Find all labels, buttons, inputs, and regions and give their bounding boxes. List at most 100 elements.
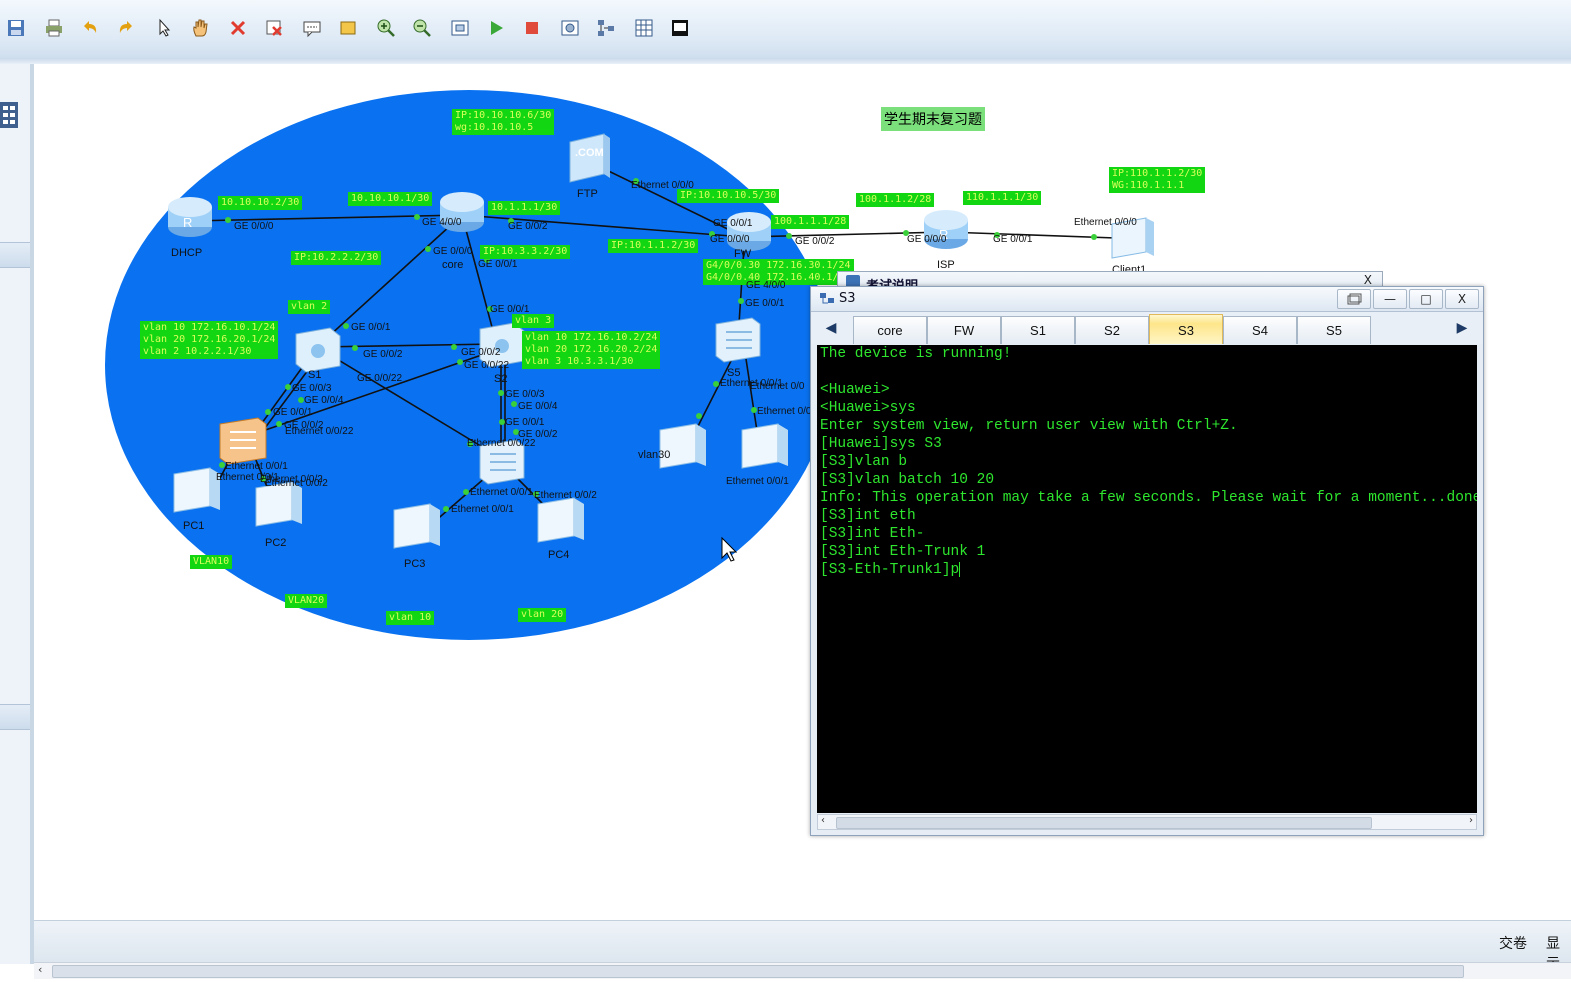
label-fw-ip1[interactable]: IP:10.1.1.2/30 (608, 239, 699, 253)
hand-icon[interactable] (186, 14, 214, 42)
terminal-horizontal-scrollbar[interactable]: ‹ › (817, 814, 1477, 830)
rectangle-icon[interactable] (334, 14, 362, 42)
label-vlan10-b[interactable]: vlan 10 (386, 611, 435, 625)
redo-icon[interactable] (112, 14, 140, 42)
port-label: GE 0/0/1 (745, 298, 785, 309)
vlan30-pc-icon (659, 423, 706, 469)
device-label-vlan30[interactable]: vlan30 (638, 449, 670, 461)
label-isp-ip1[interactable]: 100.1.1.2/28 (856, 193, 935, 207)
text-cursor (959, 561, 961, 577)
device-label-pc3[interactable]: PC3 (404, 558, 425, 570)
tab-s4[interactable]: S4 (1223, 316, 1297, 344)
minimize-button[interactable]: — (1373, 289, 1407, 309)
status-bar: 交卷 显示 (34, 920, 1571, 972)
console-prompt-line[interactable]: [S3-Eth-Trunk1]p (817, 561, 1477, 579)
title-note[interactable]: 学生期末复习题 (881, 107, 985, 131)
scroll-left-icon[interactable]: ‹ (821, 815, 825, 826)
device-label-ftp[interactable]: FTP (577, 188, 598, 200)
undo-icon[interactable] (76, 14, 104, 42)
tab-scroll-right-icon[interactable]: ▶ (1455, 319, 1469, 337)
device-label-s1[interactable]: S1 (308, 369, 321, 381)
close-icon[interactable]: X (1364, 273, 1372, 287)
maximize-button[interactable]: □ (1409, 289, 1443, 309)
device-label-pc1[interactable]: PC1 (183, 520, 204, 532)
zoom-in-icon[interactable] (372, 14, 400, 42)
s5-switch-icon (715, 317, 761, 363)
port-label: GE 0/0/1 (713, 218, 753, 229)
label-fw-ip2[interactable]: 100.1.1.1/28 (771, 215, 850, 229)
tab-s2[interactable]: S2 (1075, 316, 1149, 344)
fit-icon[interactable] (446, 14, 474, 42)
device-label-s2[interactable]: S2 (494, 373, 507, 385)
pointer-icon[interactable] (150, 14, 178, 42)
zoom-out-icon[interactable] (408, 14, 436, 42)
label-core-ip3[interactable]: IP:10.2.2.2/30 (291, 251, 382, 265)
label-vlan20-a[interactable]: VLAN20 (285, 594, 328, 608)
device-list-icon[interactable] (0, 100, 18, 130)
label-vlan2[interactable]: vlan 2 (288, 300, 331, 314)
scroll-left-icon[interactable]: ‹ (38, 963, 42, 976)
console-line: [S3]vlan batch 10 20 (820, 472, 995, 488)
label-core-ip2[interactable]: 10.1.1.1/30 (488, 201, 561, 215)
device-label-dhcp[interactable]: DHCP (171, 247, 202, 259)
close-button[interactable]: X (1445, 289, 1479, 309)
tab-s3[interactable]: S3 (1149, 314, 1223, 344)
save-icon[interactable] (2, 14, 30, 42)
label-vlan3[interactable]: vlan 3 (512, 314, 555, 328)
device-label-isp[interactable]: ISP (937, 259, 955, 271)
terminal-console[interactable]: The device is running! <Huawei> <Huawei>… (817, 345, 1477, 813)
tab-s5[interactable]: S5 (1297, 316, 1371, 344)
panel-section-bar[interactable] (0, 242, 30, 268)
tab-s1[interactable]: S1 (1001, 316, 1075, 344)
topology-icon[interactable] (592, 14, 620, 42)
terminal-titlebar[interactable]: S3 — □ X (811, 287, 1483, 312)
label-vlan10-a[interactable]: VLAN10 (190, 555, 233, 569)
panel-section-bar[interactable] (0, 704, 30, 730)
console-line: [S3]int eth (820, 508, 916, 524)
label-dhcp-ip[interactable]: 10.10.10.2/30 (218, 196, 303, 210)
scrollbar-thumb[interactable] (836, 817, 1372, 829)
tab-core[interactable]: core (853, 316, 927, 344)
print-icon[interactable] (40, 14, 68, 42)
label-s2-vlans[interactable]: vlan 10 172.16.10.2/24 vlan 20 172.16.20… (522, 331, 661, 369)
grid-icon[interactable] (630, 14, 658, 42)
tab-fw[interactable]: FW (927, 316, 1001, 344)
stop-icon[interactable] (518, 14, 546, 42)
s1-switch-icon (295, 327, 341, 373)
label-isp-ip2[interactable]: 110.1.1.1/30 (963, 191, 1042, 205)
label-vlan20-b[interactable]: vlan 20 (518, 608, 567, 622)
device-label-core[interactable]: core (442, 259, 463, 271)
label-client-ip[interactable]: IP:110.1.1.2/30 WG:110.1.1.1 (1109, 167, 1206, 193)
tab-scroll-left-icon[interactable]: ◀ (824, 319, 838, 337)
pc4-icon (537, 497, 584, 543)
terminal-window[interactable]: S3 — □ X ◀ core FW S1 S2 S3 S4 S5 ▶ The … (810, 286, 1484, 836)
scroll-right-icon[interactable]: › (1469, 815, 1473, 826)
label-fw-ftp[interactable]: IP:10.10.10.5/30 (677, 189, 780, 203)
scrollbar-thumb[interactable] (52, 965, 1464, 978)
port-label: Ethernet 0/0/1 (451, 504, 514, 515)
capture-icon[interactable] (556, 14, 584, 42)
start-icon[interactable] (482, 14, 510, 42)
device-label-pc4[interactable]: PC4 (548, 549, 569, 561)
restore-icon (1347, 293, 1362, 305)
delete-icon[interactable] (224, 14, 252, 42)
port-label: Ethernet 0/0/2 (534, 490, 597, 501)
console-input[interactable]: [S3-Eth-Trunk1]p (820, 562, 959, 578)
text-note-icon[interactable] (298, 14, 326, 42)
label-core-ip4[interactable]: IP:10.3.3.2/30 (480, 245, 571, 259)
label-ftp-ip[interactable]: IP:10.10.10.6/30 wg:10.10.10.5 (452, 109, 555, 135)
console-line: Enter system view, return user view with… (820, 418, 1238, 434)
port-label: GE 0/0/2 (508, 221, 548, 232)
delete-link-icon[interactable] (260, 14, 288, 42)
restore-button[interactable] (1337, 289, 1371, 309)
label-core-ip1[interactable]: 10.10.10.1/30 (348, 192, 433, 206)
device-label-pc2[interactable]: PC2 (265, 537, 286, 549)
canvas-horizontal-scrollbar[interactable]: ‹ (34, 962, 1571, 979)
port-label: GE 0/0/0 (907, 234, 947, 245)
pc3-icon (393, 503, 440, 549)
port-label: GE 0/0/22 (464, 360, 510, 371)
label-s1-vlans[interactable]: vlan 10 172.16.10.1/24 vlan 20 172.16.20… (140, 321, 279, 359)
port-label: GE 0/0/1 (993, 234, 1033, 245)
submit-button[interactable]: 交卷 (1499, 933, 1527, 953)
console-icon[interactable] (666, 14, 694, 42)
